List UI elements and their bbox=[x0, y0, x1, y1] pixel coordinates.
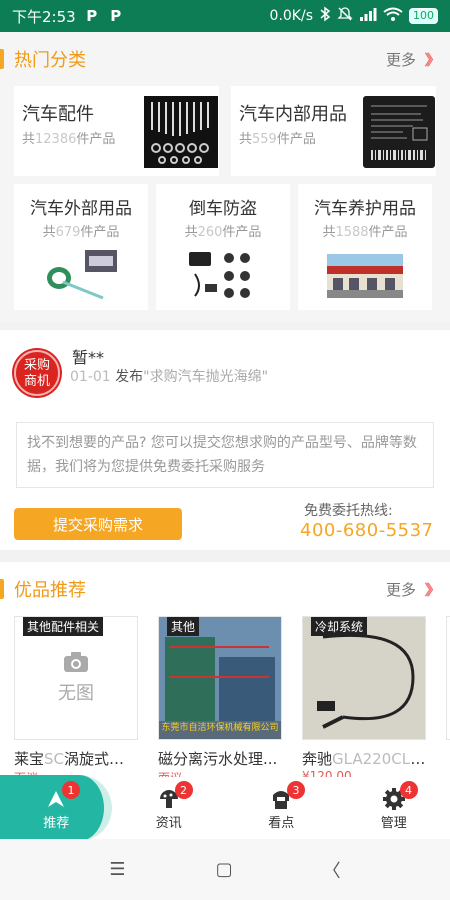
system-nav-bar: ☰ ▢ 〈 bbox=[0, 839, 450, 900]
purchase-notice: 找不到想要的产品? 您可以提交您想求购的产品型号、品牌等数据，我们将为您提供免费… bbox=[16, 422, 434, 488]
tab-recommend[interactable]: 推荐 1 bbox=[0, 775, 113, 841]
tab-label: 资讯 bbox=[155, 815, 182, 831]
page-content: 热门分类 更多 〉〉〉 汽车配件 共12386件产品 汽车内部用品 共559件产… bbox=[0, 32, 450, 777]
category-card-exterior[interactable]: 汽车外部用品 共679件产品 bbox=[14, 184, 148, 310]
product-image bbox=[446, 616, 450, 740]
category-name: 倒车防盗 bbox=[189, 199, 257, 219]
service-shop-image bbox=[327, 254, 403, 298]
category-count: 共559件产品 bbox=[239, 132, 316, 147]
goods-carousel[interactable]: 无图 其他配件相关 莱宝SC涡旋式真... 面议 东莞市自洁环保机械有限公司 bbox=[0, 616, 450, 777]
goods-more-link[interactable]: 更多 〉〉〉 bbox=[385, 579, 442, 600]
hotline-label: 免费委托热线: bbox=[304, 503, 393, 519]
tab-label: 推荐 bbox=[43, 815, 70, 831]
purchase-opportunity-badge: 采购 商机 bbox=[14, 350, 60, 396]
goods-title-text: 优品推荐 bbox=[14, 580, 86, 601]
category-name: 汽车配件 bbox=[22, 104, 94, 125]
submit-purchase-button[interactable]: 提交采购需求 bbox=[14, 508, 182, 540]
tab-label: 看点 bbox=[268, 815, 295, 831]
product-title: 奔驰GLA220CLA... bbox=[302, 750, 426, 768]
buyer-name: 暂** bbox=[72, 348, 105, 367]
bolts-product-image bbox=[144, 96, 218, 168]
category-name: 汽车外部用品 bbox=[30, 199, 132, 219]
product-image: 东莞市自洁环保机械有限公司 其他 bbox=[158, 616, 282, 740]
tape-product-image bbox=[43, 246, 119, 300]
p-notification-icon: P bbox=[86, 7, 98, 25]
category-name: 汽车养护用品 bbox=[314, 199, 416, 219]
category-count: 共679件产品 bbox=[42, 225, 120, 240]
recommended-goods-section: 优品推荐 更多 〉〉〉 无图 其他配件相关 莱宝SC涡旋式真... 面议 bbox=[0, 562, 450, 777]
camera-icon bbox=[64, 652, 88, 672]
image-caption: 东莞市自洁环保机械有限公司 bbox=[161, 723, 279, 733]
mute-icon bbox=[337, 6, 353, 26]
double-chevron-right-icon: 〉〉〉 bbox=[423, 580, 442, 599]
menu-icon[interactable]: ☰ bbox=[109, 859, 125, 880]
wifi-icon bbox=[383, 7, 403, 26]
back-icon[interactable]: 〈 bbox=[323, 857, 341, 883]
badge-line1: 采购 bbox=[23, 358, 50, 373]
category-count: 共1588件产品 bbox=[322, 225, 408, 240]
category-card-interior[interactable]: 汽车内部用品 共559件产品 bbox=[231, 86, 436, 176]
double-chevron-right-icon: 〉〉〉 bbox=[423, 50, 442, 69]
badge-line2: 商机 bbox=[23, 374, 50, 389]
battery-icon: 100 bbox=[409, 8, 438, 24]
product-title: 磁分离污水处理... bbox=[158, 750, 278, 768]
tab-viewpoint[interactable]: 看点 3 bbox=[225, 777, 338, 839]
product-price: 面议 bbox=[158, 769, 282, 777]
tab-badge: 2 bbox=[174, 781, 193, 799]
title-accent-bar bbox=[0, 49, 4, 69]
product-title: 莱宝SC涡旋式真... bbox=[14, 750, 138, 768]
more-label: 更多 bbox=[385, 580, 416, 599]
goods-card-partial[interactable] bbox=[446, 616, 450, 777]
tab-manage[interactable]: 管理 4 bbox=[338, 777, 450, 839]
purchase-info[interactable]: 01-01 发布"求购汽车抛光海绵" bbox=[70, 366, 268, 386]
hot-categories-section: 热门分类 更多 〉〉〉 汽车配件 共12386件产品 汽车内部用品 共559件产… bbox=[0, 32, 450, 322]
no-image-placeholder: 无图 其他配件相关 bbox=[14, 616, 138, 740]
more-label: 更多 bbox=[385, 50, 416, 69]
label-plate-image bbox=[363, 96, 435, 168]
category-count: 共260件产品 bbox=[184, 225, 262, 240]
purchase-date: 01-01 bbox=[70, 369, 111, 385]
category-card-maintenance[interactable]: 汽车养护用品 共1588件产品 bbox=[298, 184, 432, 310]
purchase-request: "求购汽车抛光海绵" bbox=[143, 369, 269, 385]
tab-label: 管理 bbox=[380, 815, 407, 831]
parking-sensor-image bbox=[185, 246, 261, 302]
product-image: 冷却系统 bbox=[302, 616, 426, 740]
category-card-reverse-antitheft[interactable]: 倒车防盗 共260件产品 bbox=[156, 184, 290, 310]
hot-more-link[interactable]: 更多 〉〉〉 bbox=[385, 49, 442, 70]
purchase-action: 发布 bbox=[115, 369, 144, 385]
hotline-number[interactable]: 400-680-5537 bbox=[300, 520, 436, 541]
tab-news[interactable]: 资讯 2 bbox=[113, 777, 226, 839]
product-category-tag: 其他配件相关 bbox=[23, 617, 104, 636]
hotline: 免费委托热线: 400-680-5537 bbox=[300, 500, 436, 541]
bluetooth-icon bbox=[319, 6, 331, 26]
goods-card[interactable]: 冷却系统 奔驰GLA220CLA... ¥120.00 bbox=[302, 616, 426, 777]
hot-categories-title: 热门分类 bbox=[0, 46, 86, 72]
category-name: 汽车内部用品 bbox=[239, 104, 347, 125]
status-time: 下午2:53 bbox=[12, 7, 76, 26]
no-image-text: 无图 bbox=[58, 683, 94, 704]
tab-badge: 1 bbox=[62, 781, 80, 799]
network-speed: 0.0K/s bbox=[269, 8, 313, 24]
category-count: 共12386件产品 bbox=[22, 132, 116, 147]
purchase-section: 采购 商机 暂** 01-01 发布"求购汽车抛光海绵" 找不到想要的产品? 您… bbox=[0, 330, 450, 550]
product-price: ¥120.00 bbox=[302, 769, 352, 777]
goods-card[interactable]: 东莞市自洁环保机械有限公司 其他 磁分离污水处理... 面议 bbox=[158, 616, 282, 777]
goods-card[interactable]: 无图 其他配件相关 莱宝SC涡旋式真... 面议 bbox=[14, 616, 138, 777]
product-category-tag: 其他 bbox=[167, 617, 200, 636]
home-icon[interactable]: ▢ bbox=[216, 859, 233, 880]
category-card-auto-parts[interactable]: 汽车配件 共12386件产品 bbox=[14, 86, 219, 176]
hot-title-text: 热门分类 bbox=[14, 50, 86, 71]
title-accent-bar bbox=[0, 579, 4, 599]
tab-badge: 4 bbox=[399, 781, 418, 799]
product-category-tag: 冷却系统 bbox=[311, 617, 368, 636]
tab-badge: 3 bbox=[287, 781, 305, 799]
goods-title: 优品推荐 bbox=[0, 576, 86, 602]
p-notification-icon-2: P bbox=[110, 7, 122, 25]
signal-icon bbox=[359, 7, 377, 25]
category-grid: 汽车配件 共12386件产品 汽车内部用品 共559件产品 汽车外部用品 共67… bbox=[0, 86, 450, 322]
bottom-tab-bar: 推荐 1 资讯 2 看点 3 管理 4 bbox=[0, 775, 450, 841]
status-bar: 下午2:53 P P 0.0K/s 100 bbox=[0, 0, 450, 32]
